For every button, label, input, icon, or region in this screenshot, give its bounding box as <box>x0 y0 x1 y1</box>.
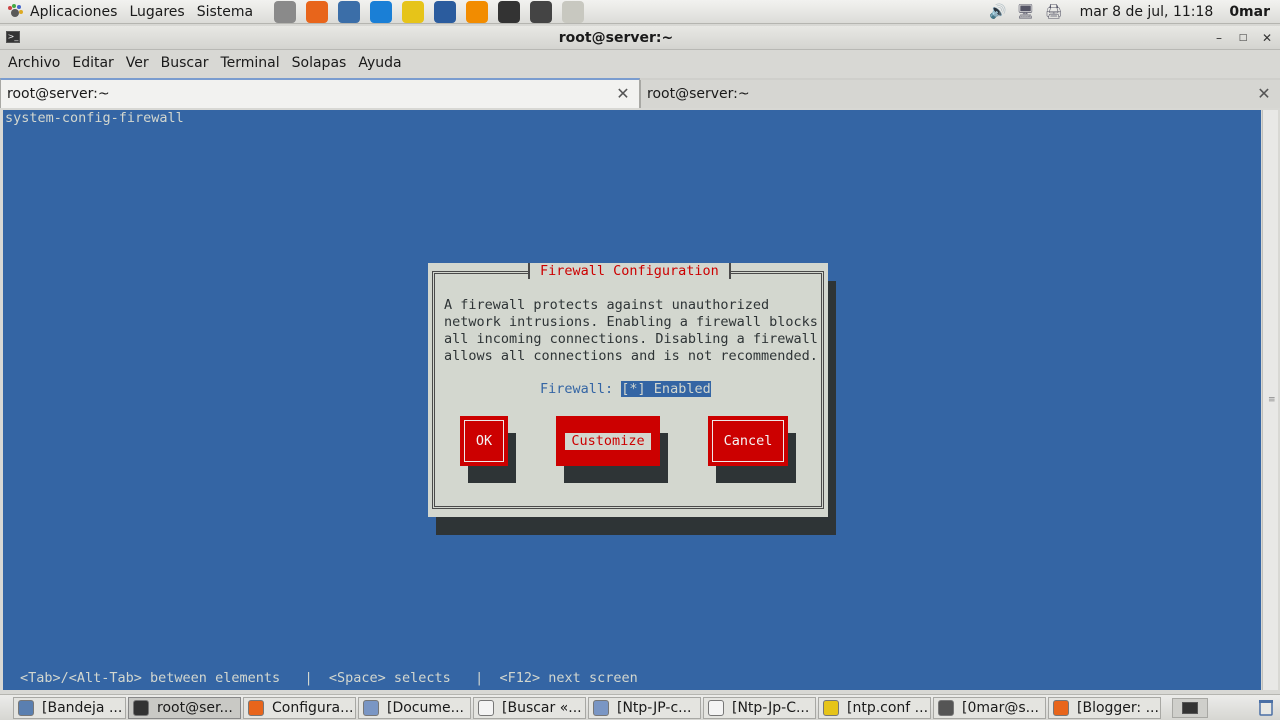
firewall-toggle-row: Firewall: [*] Enabled <box>540 381 711 397</box>
taskbar-item[interactable]: [Ntp-Jp-C... <box>703 697 816 719</box>
dialog-text-line: allows all connections and is not recomm… <box>444 348 818 364</box>
taskbar-item[interactable]: [Blogger: ... <box>1048 697 1161 719</box>
help-icon[interactable] <box>274 0 297 23</box>
virtualbox-icon[interactable] <box>434 0 457 23</box>
teamviewer-icon[interactable] <box>370 0 393 23</box>
workspace-switcher[interactable] <box>1172 698 1208 718</box>
top-panel: Aplicaciones Lugares Sistema 🔊 🖥 🖨 mar 8… <box>0 0 1280 24</box>
menu-editar[interactable]: Editar <box>66 55 119 71</box>
firewall-enabled-checkbox[interactable]: [*] Enabled <box>621 381 711 397</box>
folder-icon <box>363 700 379 716</box>
close-tab-icon[interactable]: ✕ <box>615 84 631 103</box>
ok-button-label: OK <box>475 433 493 449</box>
menu-archivo[interactable]: Archivo <box>2 55 66 71</box>
launcher-bar <box>269 0 589 23</box>
tab-label: root@server:~ <box>647 86 750 102</box>
menu-buscar[interactable]: Buscar <box>155 55 215 71</box>
firefox-icon <box>248 700 264 716</box>
taskbar-item[interactable]: [0mar@s... <box>933 697 1046 719</box>
document-icon <box>708 700 724 716</box>
terminal-scrollbar[interactable]: ≡ <box>1262 110 1278 690</box>
menu-ayuda[interactable]: Ayuda <box>352 55 407 71</box>
tab-bar: root@server:~ ✕ root@server:~ ✕ <box>0 78 1280 108</box>
dialog-text-line: network intrusions. Enabling a firewall … <box>444 314 818 330</box>
taskbar-item-label: [0mar@s... <box>962 700 1039 716</box>
taskbar-item-label: [ntp.conf ... <box>847 700 929 716</box>
dialog-text-line: A firewall protects against unauthorized <box>444 297 770 313</box>
taskbar-item[interactable]: [Docume... <box>358 697 471 719</box>
menu-terminal[interactable]: Terminal <box>214 55 285 71</box>
customize-button[interactable]: Customize <box>556 416 660 466</box>
terminal-icon <box>938 700 954 716</box>
cancel-button-label: Cancel <box>723 433 773 449</box>
network-icon[interactable]: 🖥 <box>1015 3 1037 21</box>
taskbar-item-label: [Buscar «... <box>502 700 582 716</box>
firefox-icon <box>1053 700 1069 716</box>
folder-icon <box>593 700 609 716</box>
menu-aplicaciones[interactable]: Aplicaciones <box>0 0 123 24</box>
volume-icon[interactable]: 🔊 <box>987 3 1009 21</box>
tab-terminal-2[interactable]: root@server:~ ✕ <box>640 80 1280 108</box>
vlc-icon[interactable] <box>466 0 489 23</box>
cancel-button[interactable]: Cancel <box>708 416 788 466</box>
workspace-icon <box>1182 702 1198 714</box>
text-editor-icon[interactable] <box>562 0 585 23</box>
ok-button[interactable]: OK <box>460 416 508 466</box>
firewall-label: Firewall: <box>540 381 614 397</box>
taskbar-item-label: [Blogger: ... <box>1077 700 1159 716</box>
taskbar-item-label: [Bandeja ... <box>42 700 123 716</box>
terminal-icon <box>133 700 149 716</box>
scrollbar-grip[interactable]: ≡ <box>1268 395 1276 405</box>
dialog-title: Firewall Configuration <box>528 263 731 279</box>
minimize-button[interactable]: – <box>1210 29 1228 47</box>
taskbar-item[interactable]: [Bandeja ... <box>13 697 126 719</box>
menu-lugares-label: Lugares <box>129 3 185 20</box>
customize-button-label: Customize <box>565 432 651 450</box>
taskbar-item[interactable]: [ntp.conf ... <box>818 697 931 719</box>
tab-label: root@server:~ <box>7 86 110 102</box>
terminal-command: system-config-firewall <box>5 110 184 126</box>
terminal-icon[interactable] <box>498 0 521 23</box>
menu-sistema-label: Sistema <box>196 3 254 20</box>
notes-icon[interactable] <box>402 0 425 23</box>
menu-sistema[interactable]: Sistema <box>191 0 259 24</box>
printer-icon[interactable]: 🖨 <box>1043 3 1065 21</box>
panel-clock[interactable]: mar 8 de jul, 11:18 <box>1080 4 1214 20</box>
menu-aplicaciones-label: Aplicaciones <box>30 3 118 20</box>
taskbar-item-label: root@ser... <box>157 700 233 716</box>
trash-icon[interactable] <box>1256 697 1276 717</box>
dialog-text-line: all incoming connections. Disabling a fi… <box>444 331 818 347</box>
mail-icon <box>18 700 34 716</box>
close-window-button[interactable]: ✕ <box>1258 29 1276 47</box>
menu-lugares[interactable]: Lugares <box>123 0 190 24</box>
taskbar-item[interactable]: [Buscar «... <box>473 697 586 719</box>
menu-solapas[interactable]: Solapas <box>286 55 353 71</box>
thunderbird-icon[interactable] <box>338 0 361 23</box>
firefox-icon[interactable] <box>306 0 329 23</box>
taskbar-item-label: Configura... <box>272 700 354 716</box>
gnome-foot-icon <box>8 3 23 17</box>
bottom-taskbar: [Bandeja ... root@ser... Configura... [Docu… <box>0 694 1280 720</box>
taskbar-item[interactable]: root@ser... <box>128 697 241 719</box>
calculator-icon[interactable] <box>530 0 553 23</box>
window-titlebar[interactable]: >_ root@server:~ – □ ✕ <box>0 26 1280 50</box>
window-title: root@server:~ <box>558 29 674 46</box>
close-tab-icon[interactable]: ✕ <box>1256 84 1272 103</box>
keyboard-hint: <Tab>/<Alt-Tab> between elements | <Spac… <box>20 670 638 686</box>
maximize-button[interactable]: □ <box>1234 29 1252 47</box>
menubar: Archivo Editar Ver Buscar Terminal Solap… <box>0 51 1280 75</box>
document-icon <box>478 700 494 716</box>
taskbar-item-label: [Ntp-Jp-C... <box>732 700 810 716</box>
taskbar-item-label: [Ntp-JP-c... <box>617 700 692 716</box>
tab-terminal-1[interactable]: root@server:~ ✕ <box>0 78 640 108</box>
firewall-dialog: Firewall Configuration A firewall protec… <box>428 263 828 517</box>
taskbar-item-label: [Docume... <box>387 700 464 716</box>
text-editor-icon <box>823 700 839 716</box>
menu-ver[interactable]: Ver <box>120 55 155 71</box>
taskbar-item[interactable]: [Ntp-JP-c... <box>588 697 701 719</box>
taskbar-item[interactable]: Configura... <box>243 697 356 719</box>
panel-user[interactable]: 0mar <box>1229 4 1270 20</box>
